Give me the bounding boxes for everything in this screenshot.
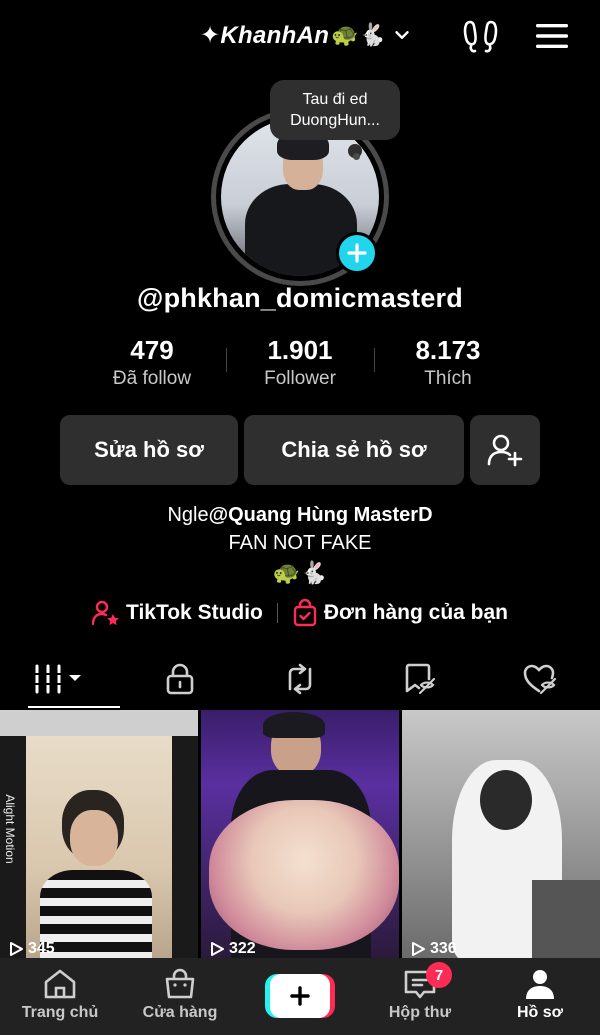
username: @phkhan_domicmasterd: [137, 283, 463, 313]
play-count: 336: [410, 940, 457, 958]
lock-icon: [166, 663, 194, 695]
content-tabs: [0, 650, 600, 708]
video-thumbnail[interactable]: 322: [201, 710, 399, 960]
profile-icon: [526, 970, 554, 999]
stat-value: 8.173: [415, 335, 481, 365]
home-icon: [44, 969, 76, 999]
heart-hidden-icon: [523, 664, 557, 695]
tab-liked[interactable]: [480, 650, 600, 708]
stat-label: Đã follow: [112, 368, 192, 389]
tab-private[interactable]: [120, 650, 240, 708]
play-count: 345: [8, 940, 55, 958]
plus-icon: [347, 243, 367, 263]
nav-profile[interactable]: Hồ sơ: [480, 958, 600, 1035]
add-user-icon: [487, 434, 523, 467]
edit-profile-button[interactable]: Sửa hồ sơ: [60, 415, 238, 485]
plus-icon: [290, 986, 310, 1006]
orders-link[interactable]: Đơn hàng của bạn: [292, 599, 508, 627]
nav-label: Hồ sơ: [516, 1004, 564, 1021]
nav-label: Trang chủ: [21, 1004, 99, 1021]
tiktok-studio-label: TikTok Studio: [126, 601, 263, 624]
play-icon: [211, 942, 224, 956]
video-grid: Alight Motion 345 322 336: [0, 710, 600, 960]
video-thumbnail[interactable]: 336: [402, 710, 600, 960]
play-count-value: 345: [28, 940, 55, 957]
bio-line-2: FAN NOT FAKE: [228, 532, 372, 554]
bubble-tail-dot: [353, 153, 360, 160]
watermark-text: Alight Motion: [3, 794, 17, 864]
play-icon: [10, 942, 23, 956]
repost-icon: [288, 663, 312, 695]
share-profile-button[interactable]: Chia sẻ hồ sơ: [244, 415, 464, 485]
play-count-value: 322: [229, 940, 256, 957]
stat-followers[interactable]: 1.901 Follower: [226, 334, 374, 396]
bio-line-3: 🐢🐇: [272, 560, 328, 585]
active-tab-indicator: [28, 706, 120, 708]
tab-videos[interactable]: [0, 650, 120, 708]
video-thumbnail[interactable]: Alight Motion 345: [0, 710, 198, 960]
chevron-down-icon: [394, 31, 409, 39]
note-bubble[interactable]: Tau đi ed DuongHun...: [270, 80, 400, 140]
bio-mention[interactable]: @Quang Hùng MasterD: [209, 504, 433, 526]
footprint-icon[interactable]: [462, 18, 500, 54]
account-switcher[interactable]: ✦KhanhAn 🐢🐇: [200, 18, 413, 52]
stat-label: Follower: [264, 368, 336, 389]
creator-star-icon: [92, 600, 119, 626]
play-icon: [412, 942, 425, 956]
bio-prefix: Ngle: [167, 504, 209, 526]
account-emoji: 🐢🐇: [331, 22, 387, 47]
add-friend-button[interactable]: [470, 415, 540, 485]
stat-divider: [374, 348, 375, 372]
top-bar: ✦KhanhAn 🐢🐇: [0, 0, 600, 70]
play-count-value: 336: [430, 940, 457, 957]
stat-label: Thích: [424, 368, 472, 389]
grid-dropdown-icon: [34, 664, 81, 694]
stats-row: 479 Đã follow 1.901 Follower 8.173 Thích: [78, 334, 522, 396]
stat-likes[interactable]: 8.173 Thích: [374, 334, 522, 396]
nav-shop[interactable]: Cửa hàng: [120, 958, 240, 1035]
bio-line-1: Ngle@Quang Hùng MasterD: [0, 504, 600, 527]
shopping-bag-check-icon: [293, 599, 317, 627]
stat-following[interactable]: 479 Đã follow: [78, 334, 226, 396]
tiktok-studio-link[interactable]: TikTok Studio: [92, 600, 263, 626]
tab-saved[interactable]: [360, 650, 480, 708]
bottom-nav: Trang chủ Cửa hàng 7 Hộp thư Hồ sơ: [0, 958, 600, 1035]
stat-divider: [226, 348, 227, 372]
nav-home[interactable]: Trang chủ: [0, 958, 120, 1035]
stat-value: 479: [130, 335, 174, 365]
create-button[interactable]: [265, 974, 335, 1018]
profile-links: TikTok Studio Đơn hàng của bạn: [0, 596, 600, 630]
bookmark-hidden-icon: [405, 663, 436, 695]
stat-value: 1.901: [267, 335, 333, 365]
shopping-bag-icon: [165, 968, 195, 999]
play-count: 322: [209, 940, 256, 958]
inbox-badge: 7: [426, 962, 452, 988]
orders-label: Đơn hàng của bạn: [323, 601, 508, 624]
nav-inbox[interactable]: 7 Hộp thư: [360, 958, 480, 1035]
nav-label: Cửa hàng: [142, 1004, 218, 1021]
tab-reposts[interactable]: [240, 650, 360, 708]
account-name: ✦KhanhAn: [200, 21, 330, 49]
menu-icon[interactable]: [535, 22, 569, 50]
nav-create[interactable]: [240, 958, 360, 1035]
add-story-button[interactable]: [336, 232, 378, 274]
nav-label: Hộp thư: [388, 1004, 452, 1021]
links-divider: [276, 603, 278, 623]
